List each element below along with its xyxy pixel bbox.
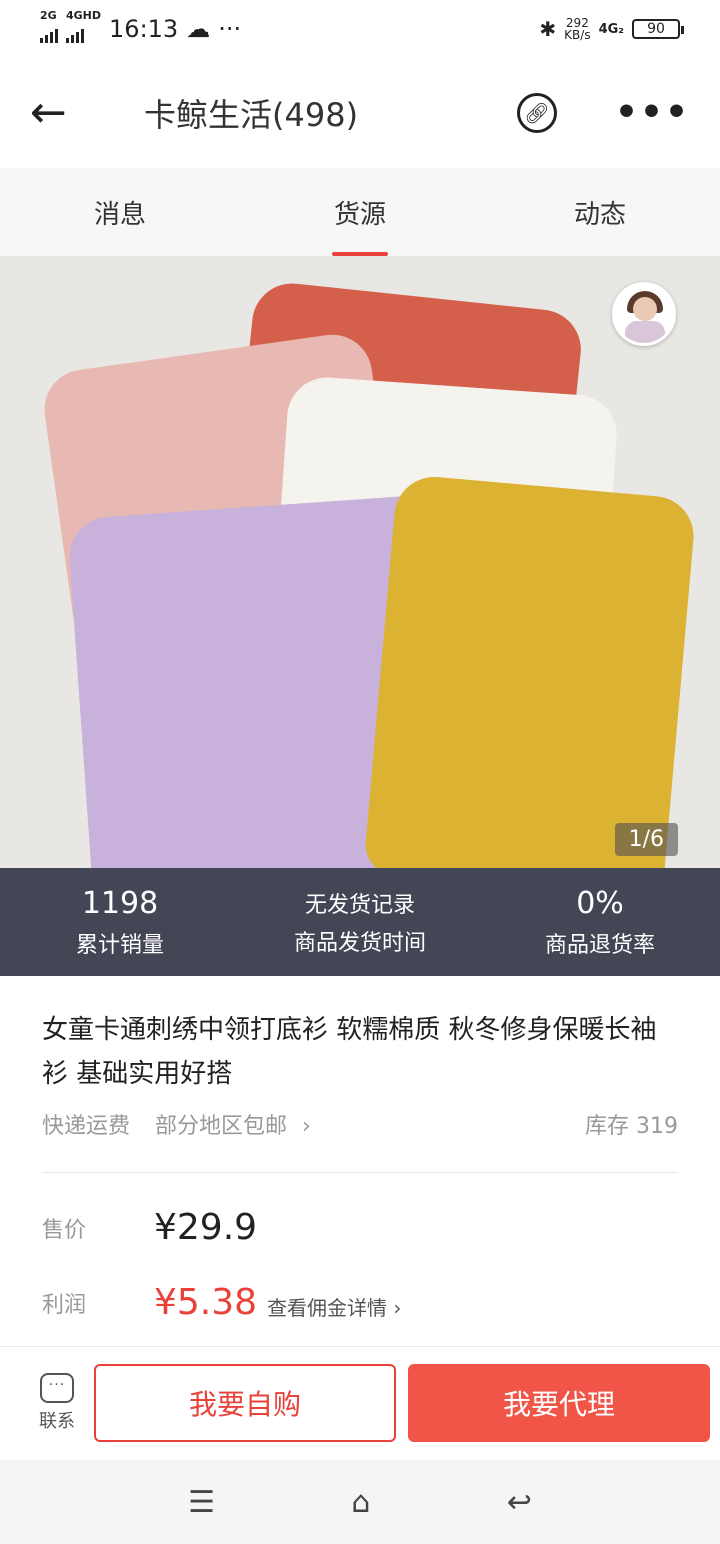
- profit-row: 利润 ¥5.38 查看佣金详情 ›: [42, 1282, 678, 1323]
- tab-activity[interactable]: 动态: [480, 168, 720, 256]
- home-icon[interactable]: ⌂: [351, 1485, 370, 1520]
- tab-bar: 消息 货源 动态: [0, 168, 720, 256]
- price-label: 售价: [42, 1217, 87, 1243]
- seller-avatar[interactable]: [612, 282, 676, 346]
- signal-2g: 2G: [40, 10, 58, 49]
- price-value: ¥29.9: [154, 1207, 258, 1248]
- back-icon[interactable]: ↩: [507, 1485, 532, 1520]
- tab-messages[interactable]: 消息: [0, 168, 240, 256]
- link-icon[interactable]: 🔗︎: [516, 93, 557, 133]
- stat-return-rate: 0% 商品退货率: [544, 885, 655, 958]
- contact-label: 联系: [39, 1410, 75, 1432]
- image-counter: 1/6: [614, 823, 678, 856]
- bottom-action-bar: ··· 联系 我要自购 我要代理: [0, 1346, 720, 1458]
- stat-ship-time: 无发货记录 商品发货时间: [293, 893, 426, 956]
- shipping-row: 快递运费 部分地区包邮 › 库存 319: [42, 1108, 678, 1173]
- shipping-label: 快递运费: [42, 1114, 131, 1139]
- battery-icon: 90: [632, 19, 684, 39]
- product-info: 女童卡通刺绣中领打底衫 软糯棉质 秋冬修身保暖长袖衫 基础实用好搭 快递运费 部…: [0, 976, 720, 1323]
- top-nav: ← 卡鲸生活(498) 🔗︎ •••: [0, 58, 720, 168]
- bluetooth-icon: ✱: [539, 17, 557, 41]
- contact-button[interactable]: ··· 联系: [24, 1372, 90, 1433]
- more-options-icon[interactable]: •••: [615, 95, 690, 131]
- signal-4g: 4GHD: [66, 10, 101, 49]
- stock-count: 库存 319: [585, 1114, 678, 1139]
- chevron-right-icon: ›: [295, 1114, 311, 1139]
- tab-sources[interactable]: 货源: [240, 168, 480, 256]
- clock: 16:13: [109, 15, 179, 43]
- cloud-icon: ☁: [186, 15, 211, 43]
- network-speed: 292 KB/s: [564, 16, 591, 42]
- menu-icon[interactable]: ☰: [188, 1485, 215, 1520]
- signal-4g-2: 4G₂: [598, 21, 624, 37]
- status-bar: 2G 4GHD 16:13 ☁ ··· ✱ 292 KB/s 4G₂ 90: [0, 0, 720, 58]
- price-row: 售价 ¥29.9: [42, 1207, 678, 1248]
- system-nav-bar: ☰ ⌂ ↩: [0, 1460, 720, 1544]
- become-agent-button[interactable]: 我要代理: [408, 1363, 710, 1442]
- product-photo-shirt-yellow: [363, 473, 697, 868]
- stat-total-sales: 1198 累计销量: [75, 885, 164, 958]
- chevron-right-icon: ›: [393, 1296, 402, 1320]
- chat-icon: ···: [40, 1372, 74, 1403]
- commission-detail-link[interactable]: 查看佣金详情 ›: [267, 1292, 401, 1321]
- product-image-carousel[interactable]: 1/6: [0, 256, 720, 868]
- sales-stats: 1198 累计销量 无发货记录 商品发货时间 0% 商品退货率: [0, 868, 720, 976]
- page-title: 卡鲸生活(498): [144, 96, 359, 134]
- back-arrow-icon[interactable]: ←: [30, 91, 86, 135]
- notification-dots: ···: [218, 15, 242, 43]
- profit-label: 利润: [42, 1292, 87, 1318]
- product-title: 女童卡通刺绣中领打底衫 软糯棉质 秋冬修身保暖长袖衫 基础实用好搭: [42, 1015, 657, 1089]
- shipping-value[interactable]: 部分地区包邮: [155, 1114, 287, 1139]
- profit-value: ¥5.38: [154, 1282, 258, 1323]
- buy-self-button[interactable]: 我要自购: [94, 1363, 396, 1442]
